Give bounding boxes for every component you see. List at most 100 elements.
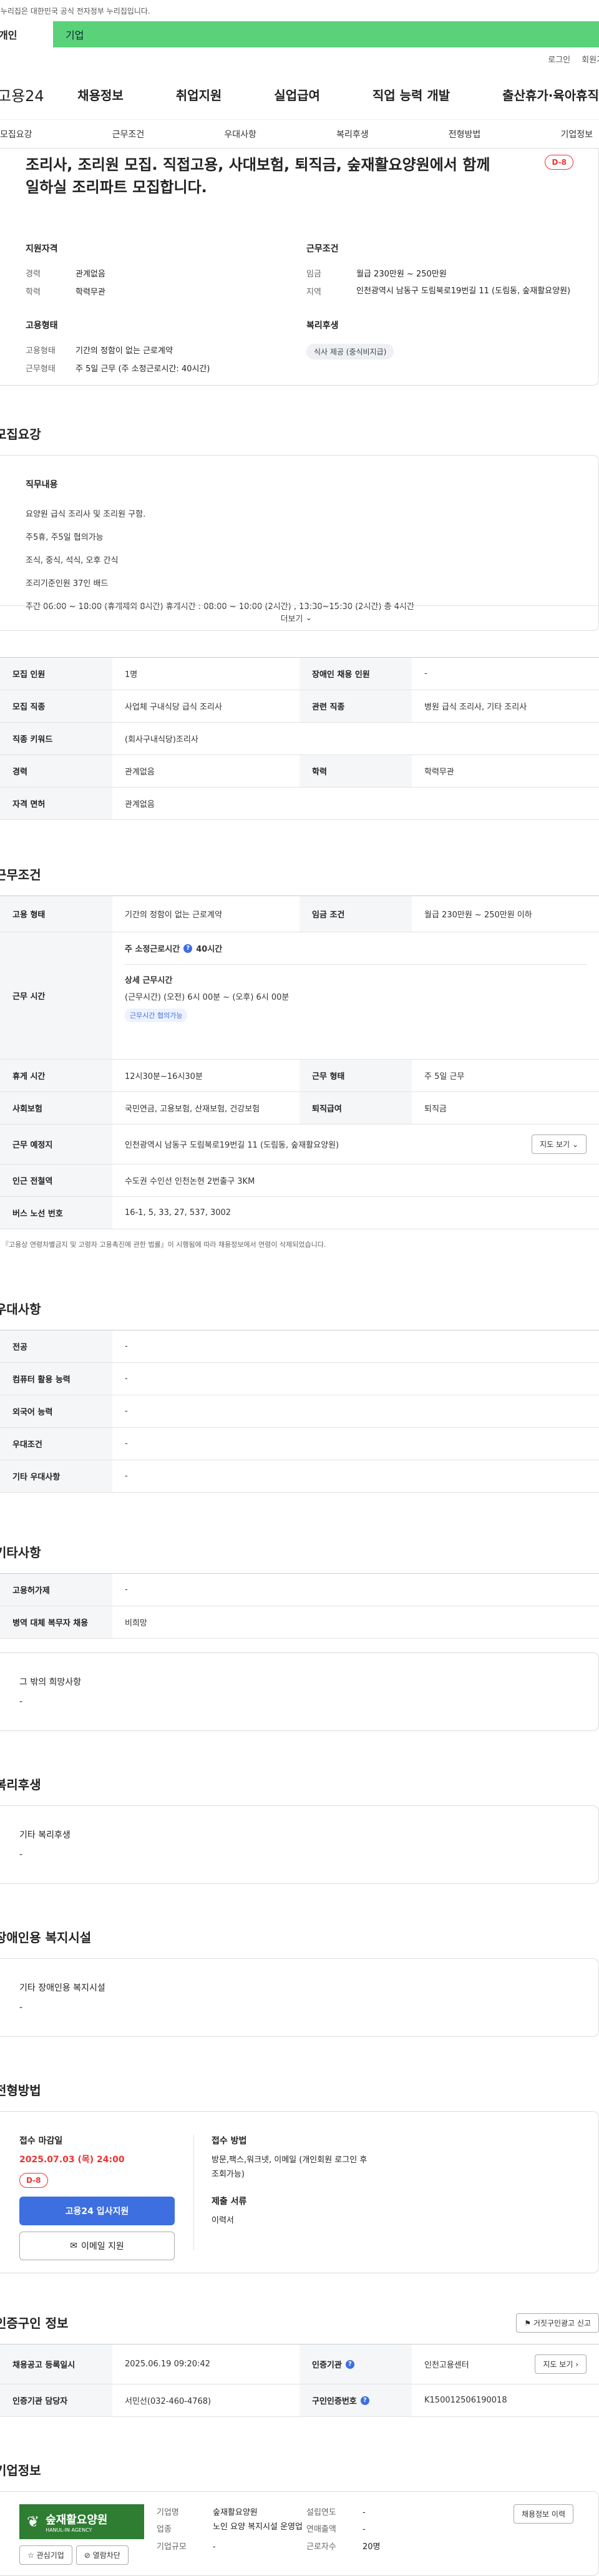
row-header: 근무 시간: [0, 932, 112, 1059]
nav-item[interactable]: 취업지원: [176, 85, 222, 104]
row-header: 고용허가제: [0, 1574, 112, 1606]
duty-text: 요양원 급식 조리사 및 조리원 구함. 주5휴, 주5일 협의가능 조식, 중…: [26, 503, 573, 618]
edu-value: 학력무관: [75, 288, 105, 297]
fav-company-button[interactable]: ☆ 관심기업: [19, 2545, 72, 2565]
welfare-box: 기타 복리후생 -: [0, 1805, 599, 1884]
summary-card: 조리사, 조리원 모집. 직접고용, 사대보험, 퇴직금, 숲재활요양원에서 함…: [0, 149, 599, 386]
section-nav-item[interactable]: 전형방법: [449, 128, 481, 140]
login-link[interactable]: 로그인: [548, 53, 570, 65]
row-value: 수도권 수인선 인천논현 2번출구 3KM: [125, 1177, 255, 1186]
docs-value: 이력서: [212, 2215, 234, 2225]
size-value: -: [213, 2542, 216, 2552]
row-value: 관계없음: [125, 768, 155, 777]
row-header: 퇴직급여: [300, 1092, 412, 1124]
mail-icon: ✉: [70, 2241, 77, 2251]
row-value: 사업체 구내식당 급식 조리사: [125, 703, 222, 712]
duty-line: 조리기준인원 37인 배드: [26, 579, 109, 589]
block-button[interactable]: ⊘ 열람차단: [75, 2545, 129, 2565]
report-icon: ⚑: [524, 2319, 532, 2328]
global-nav: 고용24 채용정보 취업지원 실업급여 직업 능력 개발 출산휴가·육아휴직: [0, 70, 599, 120]
row-header-label: 인증기관: [312, 2361, 342, 2370]
apply-button[interactable]: 고용24 입사지원: [19, 2197, 175, 2225]
row-header: 근무 예정지: [0, 1125, 112, 1164]
fav-label: 관심기업: [36, 2551, 64, 2560]
nav-item[interactable]: 직업 능력 개발: [373, 85, 450, 104]
preference-section: 우대사항 전공 - 컴퓨터 활용 능력 - 외국어 능력 - 우대조건 - 기타 우대사…: [0, 1299, 599, 1493]
row-value: 2025.06.19 09:20:42: [125, 2359, 210, 2369]
other-box-value: -: [19, 1697, 23, 1707]
leaf-icon: ❦: [27, 2513, 40, 2530]
section-nav-item[interactable]: 우대사항: [224, 128, 256, 140]
row-value: K150012506190018: [424, 2396, 507, 2405]
hiring-history-button[interactable]: 채용정보 이력: [513, 2504, 573, 2524]
section-nav-item[interactable]: 근무조건: [112, 128, 145, 140]
preference-table: 전공 - 컴퓨터 활용 능력 - 외국어 능력 - 우대조건 - 기타 우대사항 -: [0, 1330, 599, 1493]
industry-value: 노인 요양 복지시설 운영업: [213, 2522, 303, 2532]
industry-label: 업종: [157, 2525, 172, 2535]
preference-title: 우대사항: [0, 1302, 41, 1317]
disability-box: 기타 장애인용 복지시설 -: [0, 1958, 599, 2037]
row-value: 인천광역시 남동구 도림북로19번길 11 (도림동, 숲재활요양원): [125, 1141, 339, 1150]
section-nav-item[interactable]: 모집요강: [0, 128, 32, 140]
tab-company-label: 기업: [66, 29, 84, 41]
tab-personal[interactable]: 개인: [0, 21, 53, 47]
info-icon[interactable]: ?: [183, 944, 193, 953]
join-link[interactable]: 회원가입: [582, 53, 599, 65]
section-nav-item[interactable]: 복리후생: [336, 128, 369, 140]
report-button[interactable]: ⚑ 거짓구인광고 신고: [516, 2313, 599, 2333]
row-value: -: [125, 1342, 128, 1351]
row-value: 학력무관: [424, 768, 454, 777]
size-label: 기업규모: [157, 2542, 187, 2552]
duty-card: 직무내용 요양원 급식 조리사 및 조리원 구함. 주5휴, 주5일 협의가능 …: [0, 455, 599, 631]
screening-card: 접수 마감일 2025.07.03 (목) 24:00 D-8 고용24 입사지…: [0, 2111, 599, 2273]
duty-title: 직무내용: [26, 480, 58, 490]
map-button[interactable]: 지도 보기 ⌄: [532, 1134, 587, 1154]
recruit-section: 모집요강 직무내용 요양원 급식 조리사 및 조리원 구함. 주5휴, 주5일 …: [0, 424, 599, 820]
nav-item[interactable]: 출산휴가·육아휴직: [502, 85, 599, 104]
more-button[interactable]: 더보기 ⌄: [0, 605, 598, 630]
section-nav-item[interactable]: 기업정보: [560, 128, 593, 140]
row-header: 자격 면허: [0, 788, 112, 819]
company-name-label: 기업명: [157, 2508, 179, 2517]
map-button-label: 지도 보기: [540, 1140, 570, 1149]
duty-line: 조식, 중식, 석식, 오후 간식: [26, 556, 119, 566]
company-section: 기업정보 ❦ 숲재활요양원 HANUL-IN AGENCY ☆ 관심기업 ⊘ 열람차…: [0, 2461, 599, 2576]
dday-badge: D-8: [19, 2173, 48, 2188]
row-header: 인증기관?: [300, 2344, 412, 2384]
gov-notice-text: 이 누리집은 대한민국 공식 전자정부 누리집입니다.: [0, 6, 150, 16]
info-icon[interactable]: ?: [360, 2396, 369, 2405]
company-logo: ❦ 숲재활요양원 HANUL-IN AGENCY: [19, 2504, 144, 2539]
nav-item[interactable]: 실업급여: [274, 85, 320, 104]
row-header: 모집 인원: [0, 658, 112, 690]
method-value: 방문,팩스,워크넷, 이메일 (개인회원 로그인 후 조회가능): [212, 2155, 368, 2180]
nav-item[interactable]: 채용정보: [77, 85, 124, 104]
section-nav: 모집요강 근무조건 우대사항 복리후생 전형방법 기업정보: [0, 120, 599, 149]
row-header: 근무 형태: [300, 1060, 412, 1091]
report-label: 거짓구인광고 신고: [533, 2319, 591, 2328]
disability-box-value: -: [19, 2003, 23, 2012]
row-header: 장애인 채용 인원: [300, 658, 412, 690]
tab-company[interactable]: 기업: [53, 21, 599, 47]
block-icon: ⊘: [84, 2551, 90, 2560]
dday-badge: D-8: [545, 155, 573, 170]
welfare-box-value: -: [19, 1850, 23, 1860]
age-note: * 『고용상 연령차별금지 및 고령자 고용촉진에 관한 법률』이 시행됨에 따…: [0, 1241, 326, 1249]
row-header: 컴퓨터 활용 능력: [0, 1363, 112, 1395]
founded-value: -: [363, 2508, 366, 2517]
row-value: 비희망: [125, 1619, 147, 1628]
email-apply-button[interactable]: ✉ 이메일 지원: [19, 2232, 175, 2260]
row-value: -: [125, 1585, 128, 1594]
row-header: 인증기관 담당자: [0, 2384, 112, 2416]
row-header: 경력: [0, 755, 112, 787]
deadline-title: 접수 마감일: [19, 2136, 63, 2146]
map-button[interactable]: 지도 보기 ›: [535, 2354, 587, 2374]
row-value: 1명: [125, 670, 138, 680]
row-value: 국민연금, 고용보험, 산재보험, 건강보험: [125, 1105, 260, 1114]
row-header-label: 구인인증번호: [312, 2397, 357, 2406]
info-icon[interactable]: ?: [345, 2359, 354, 2369]
site-logo[interactable]: 고용24: [0, 84, 67, 105]
row-value: 관계없음: [125, 800, 155, 809]
other-box-title: 그 밖의 희망사항: [19, 1677, 82, 1687]
company-title: 기업정보: [0, 2463, 41, 2478]
row-header: 기타 우대사항: [0, 1460, 112, 1492]
